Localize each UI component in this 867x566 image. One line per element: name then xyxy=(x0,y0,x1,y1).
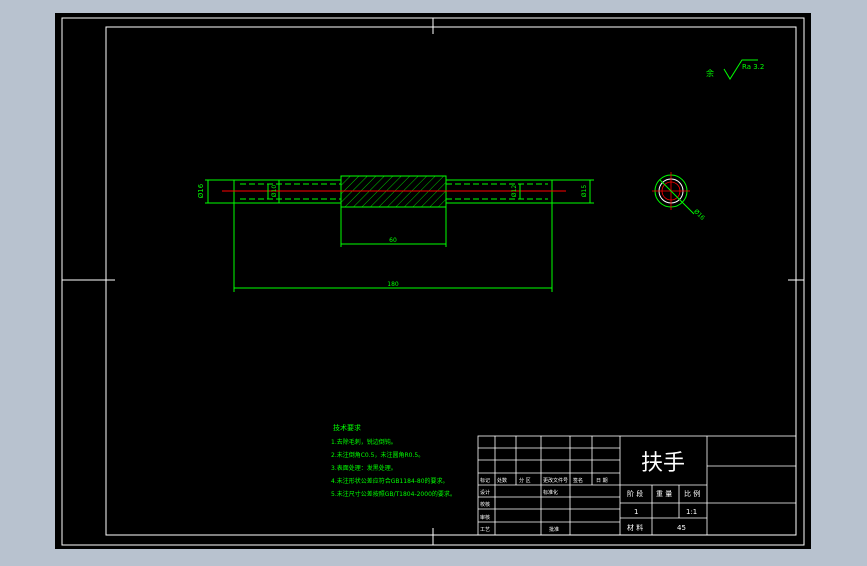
approve-label: 批准 xyxy=(549,526,559,533)
material-value: 45 xyxy=(677,524,686,532)
dim-bore-left: Ø10 xyxy=(271,185,278,198)
rev-header-4: 更改文件号 xyxy=(543,477,568,484)
rev-header-3: 分 区 xyxy=(519,477,531,484)
tech-item-1: 1.去除毛刺，锐边倒钝。 xyxy=(331,438,397,446)
rev-header-6: 日 期 xyxy=(596,478,608,484)
row-label-design: 设计 xyxy=(480,489,490,496)
row-label-check: 校核 xyxy=(480,501,490,508)
row-label-review: 审核 xyxy=(480,514,490,521)
weight-label: 重 量 xyxy=(656,490,672,498)
rev-header-2: 处数 xyxy=(497,477,507,484)
tech-item-3: 3.表面处理：发黑处理。 xyxy=(331,464,397,472)
dim-bore-right: Ø12 xyxy=(511,185,518,198)
material-label: 材 料 xyxy=(627,523,643,532)
part-name-title: 扶手 xyxy=(641,451,685,476)
tech-item-4: 4.未注形状公差应符合GB1184-80的要求。 xyxy=(331,477,449,485)
stage-label: 阶 段 xyxy=(627,489,643,498)
scale-label: 比 例 xyxy=(684,489,700,498)
sheet-value: 1 xyxy=(634,508,638,516)
surface-finish-value: Ra 3.2 xyxy=(742,63,764,71)
dim-left-diameter: Ø16 xyxy=(197,183,205,198)
drawing-background xyxy=(55,13,811,549)
std-label: 标准化 xyxy=(543,489,558,496)
rev-header-1: 标记 xyxy=(480,477,490,484)
dim-right-diameter: Ø15 xyxy=(581,185,588,198)
rev-header-5: 签名 xyxy=(573,477,583,484)
scale-value: 1:1 xyxy=(686,508,697,516)
dim-total-length: 180 xyxy=(387,281,399,288)
tech-item-2: 2.未注倒角C0.5，未注圆角R0.5。 xyxy=(331,451,424,459)
dim-middle-length: 60 xyxy=(389,237,397,244)
tech-item-5: 5.未注尺寸公差按照GB/T1804-2000的要求。 xyxy=(331,490,456,498)
drawing-canvas: 余 Ra 3.2 Ø16 Ø10 Ø12 Ø15 60 180 Ø16 技术要求… xyxy=(55,13,811,549)
cad-viewport[interactable]: 余 Ra 3.2 Ø16 Ø10 Ø12 Ø15 60 180 Ø16 技术要求… xyxy=(0,0,867,562)
row-label-process: 工艺 xyxy=(480,527,490,533)
tech-heading: 技术要求 xyxy=(333,423,361,432)
surface-finish-prefix: 余 xyxy=(706,68,714,78)
